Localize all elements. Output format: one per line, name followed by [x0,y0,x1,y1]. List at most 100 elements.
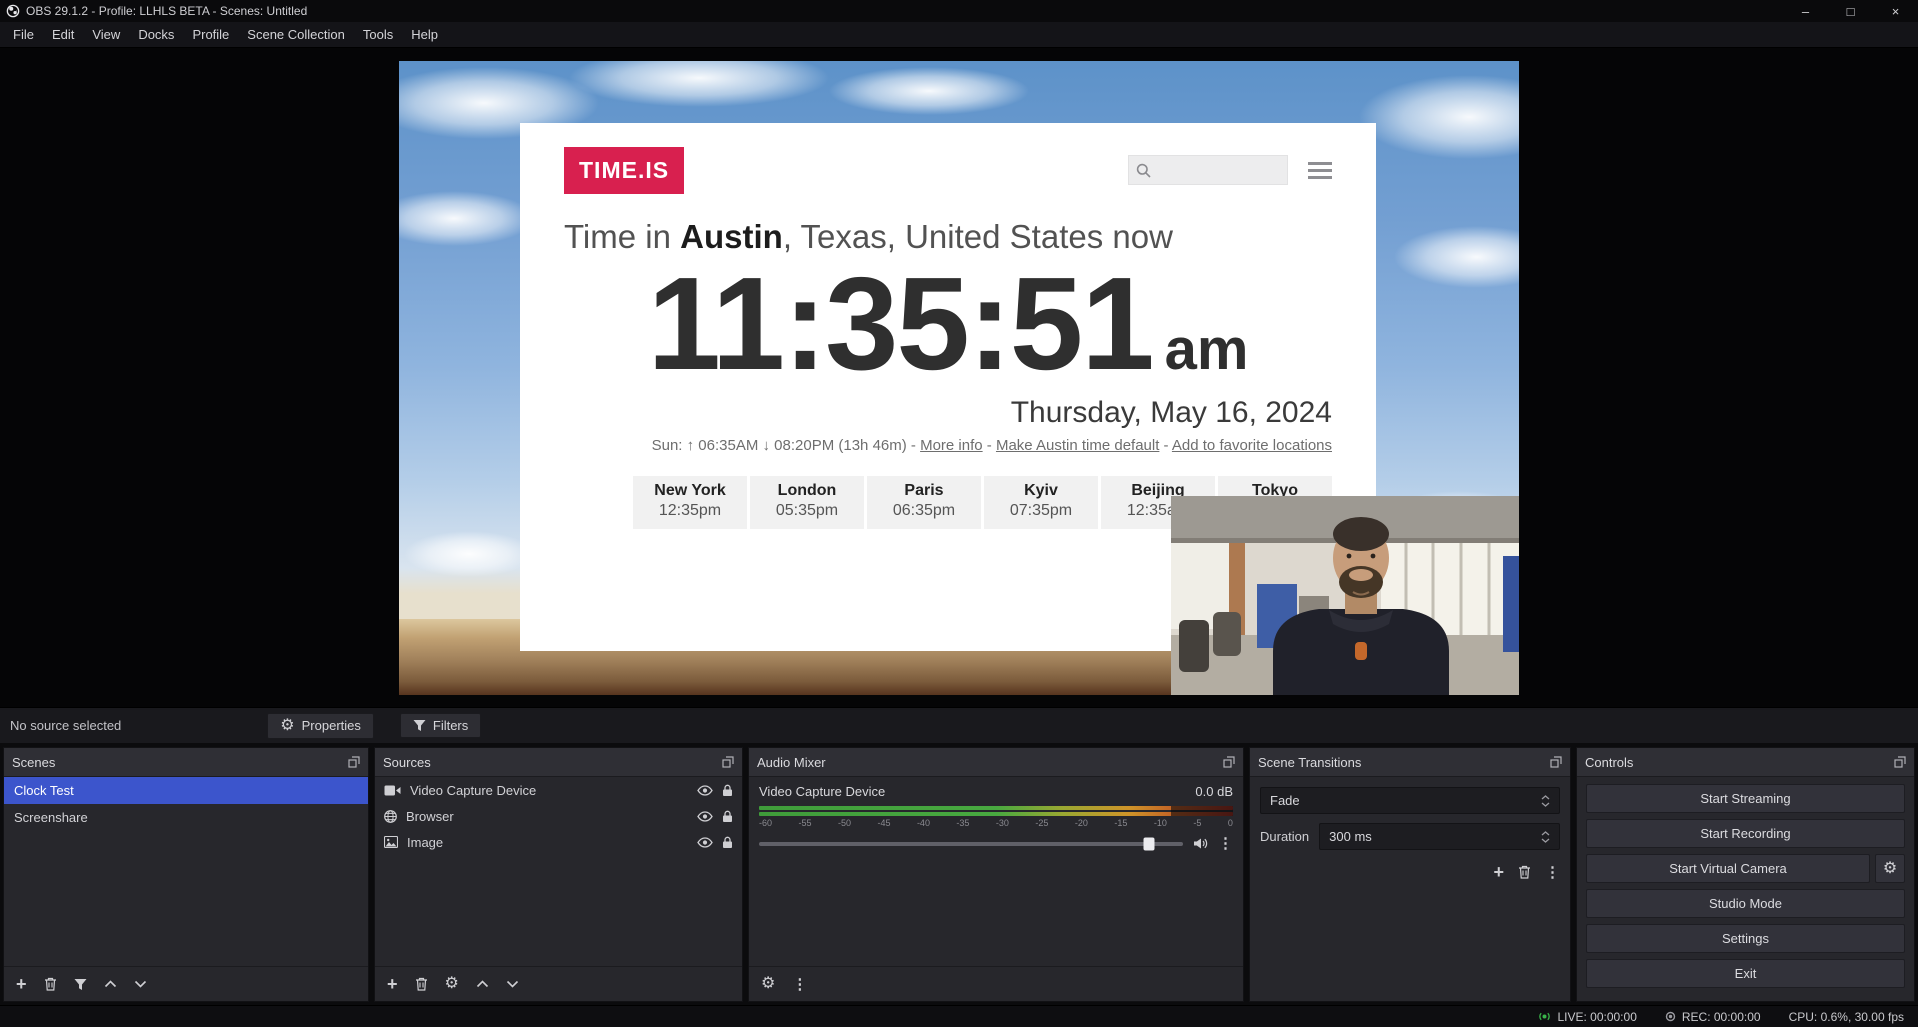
meter-tick-label: 0 [1228,818,1233,828]
visibility-toggle[interactable] [697,837,713,848]
lock-toggle[interactable] [722,810,733,823]
controls-dock-header[interactable]: Controls [1577,748,1914,777]
hamburger-menu-icon [1308,162,1332,179]
menu-item-view[interactable]: View [83,22,129,48]
sources-toolbar: + ⚙ [375,966,742,1001]
move-scene-down-button[interactable] [134,980,147,988]
add-scene-button[interactable]: + [16,975,27,993]
source-row-browser[interactable]: Browser [375,803,742,829]
menu-item-profile[interactable]: Profile [183,22,238,48]
transitions-dock-title: Scene Transitions [1258,755,1361,770]
search-icon [1136,163,1151,178]
controls-popout-button[interactable] [1894,756,1906,768]
mute-button[interactable] [1193,837,1208,850]
scenes-dock-header[interactable]: Scenes [4,748,368,777]
timeis-time: 11:35:51 [648,250,1153,397]
scene-filters-button[interactable] [74,978,87,991]
speaker-icon [1193,837,1208,850]
start-streaming-button[interactable]: Start Streaming [1586,784,1905,813]
audio-mixer-menu-button[interactable]: ⋮ [792,977,807,992]
audio-options-button[interactable]: ⋮ [1218,836,1233,851]
scenes-dock-title: Scenes [12,755,55,770]
audio-mixer-header[interactable]: Audio Mixer [749,748,1243,777]
spin-arrows[interactable] [1541,831,1550,843]
filters-label: Filters [433,718,468,733]
world-clock-london: London05:35pm [750,476,864,529]
combo-arrows[interactable] [1541,795,1550,807]
visibility-toggle[interactable] [697,811,713,822]
meter-tick-label: -20 [1075,818,1088,828]
menu-item-file[interactable]: File [4,22,43,48]
properties-button[interactable]: ⚙ Properties [267,713,374,739]
move-source-down-button[interactable] [506,980,519,988]
add-source-button[interactable]: + [387,975,398,993]
scene-item-screenshare[interactable]: Screenshare [4,804,368,831]
eye-icon [697,811,713,822]
kebab-icon: ⋮ [1218,836,1233,851]
dock-popout-icon [1550,756,1562,768]
visibility-toggle[interactable] [697,785,713,796]
audio-level-meter [759,806,1233,816]
meter-tick-label: -5 [1193,818,1201,828]
audio-mixer-popout-button[interactable] [1223,756,1235,768]
audio-mixer-title: Audio Mixer [757,755,826,770]
timeis-search-box [1128,155,1288,185]
transitions-dock-header[interactable]: Scene Transitions [1250,748,1570,777]
properties-label: Properties [302,718,361,733]
lock-toggle[interactable] [722,784,733,797]
menu-item-docks[interactable]: Docks [129,22,183,48]
settings-button[interactable]: Settings [1586,924,1905,953]
minimize-button[interactable]: – [1783,0,1828,22]
meter-tick-label: -55 [798,818,811,828]
remove-transition-button[interactable] [1518,863,1531,881]
start-recording-button[interactable]: Start Recording [1586,819,1905,848]
maximize-icon: □ [1847,4,1855,19]
transitions-popout-button[interactable] [1550,756,1562,768]
duration-spinbox[interactable]: 300 ms [1319,823,1560,850]
advanced-audio-button[interactable]: ⚙ [761,976,775,992]
world-clock-kyiv: Kyiv07:35pm [984,476,1098,529]
close-icon: × [1892,4,1900,19]
filters-button[interactable]: Filters [400,713,481,738]
source-row-video-capture-device[interactable]: Video Capture Device [375,777,742,803]
remove-source-button[interactable] [415,977,428,991]
menu-item-tools[interactable]: Tools [354,22,402,48]
menu-item-help[interactable]: Help [402,22,447,48]
add-transition-button[interactable]: + [1493,863,1504,881]
volume-slider-handle[interactable] [1144,837,1155,850]
close-button[interactable]: × [1873,0,1918,22]
live-icon [1538,1010,1551,1023]
lock-icon [722,810,733,823]
source-status-text: No source selected [10,718,121,733]
gear-icon: ⚙ [445,976,459,992]
start-virtual-camera-button[interactable]: Start Virtual Camera [1586,854,1870,883]
meter-tick-label: -30 [996,818,1009,828]
gear-icon: ⚙ [280,718,294,734]
move-source-up-button[interactable] [476,980,489,988]
rec-icon [1665,1011,1676,1022]
scene-item-clock-test[interactable]: Clock Test [4,777,368,804]
duration-label: Duration [1260,829,1309,844]
menu-item-scene-collection[interactable]: Scene Collection [238,22,354,48]
transitions-panel: Fade Duration 300 ms [1250,777,1570,1001]
transition-select[interactable]: Fade [1260,787,1560,814]
title-bar[interactable]: OBS 29.1.2 - Profile: LLHLS BETA - Scene… [0,0,1918,22]
volume-slider[interactable] [759,842,1183,846]
sources-dock-header[interactable]: Sources [375,748,742,777]
program-preview[interactable]: TIME.IS Time in Austin, Texas, United St… [399,61,1519,695]
move-scene-up-button[interactable] [104,980,117,988]
menu-item-edit[interactable]: Edit [43,22,83,48]
source-row-image[interactable]: Image [375,829,742,855]
virtual-camera-settings-button[interactable]: ⚙ [1875,854,1905,883]
live-status: LIVE: 00:00:00 [1538,1010,1636,1024]
studio-mode-button[interactable]: Studio Mode [1586,889,1905,918]
transition-menu-button[interactable]: ⋮ [1545,863,1560,881]
exit-button[interactable]: Exit [1586,959,1905,988]
sources-popout-button[interactable] [722,756,734,768]
lock-toggle[interactable] [722,836,733,849]
webcam-source[interactable] [1171,496,1519,695]
source-properties-button[interactable]: ⚙ [445,976,459,992]
remove-scene-button[interactable] [44,977,57,991]
maximize-button[interactable]: □ [1828,0,1873,22]
scenes-popout-button[interactable] [348,756,360,768]
